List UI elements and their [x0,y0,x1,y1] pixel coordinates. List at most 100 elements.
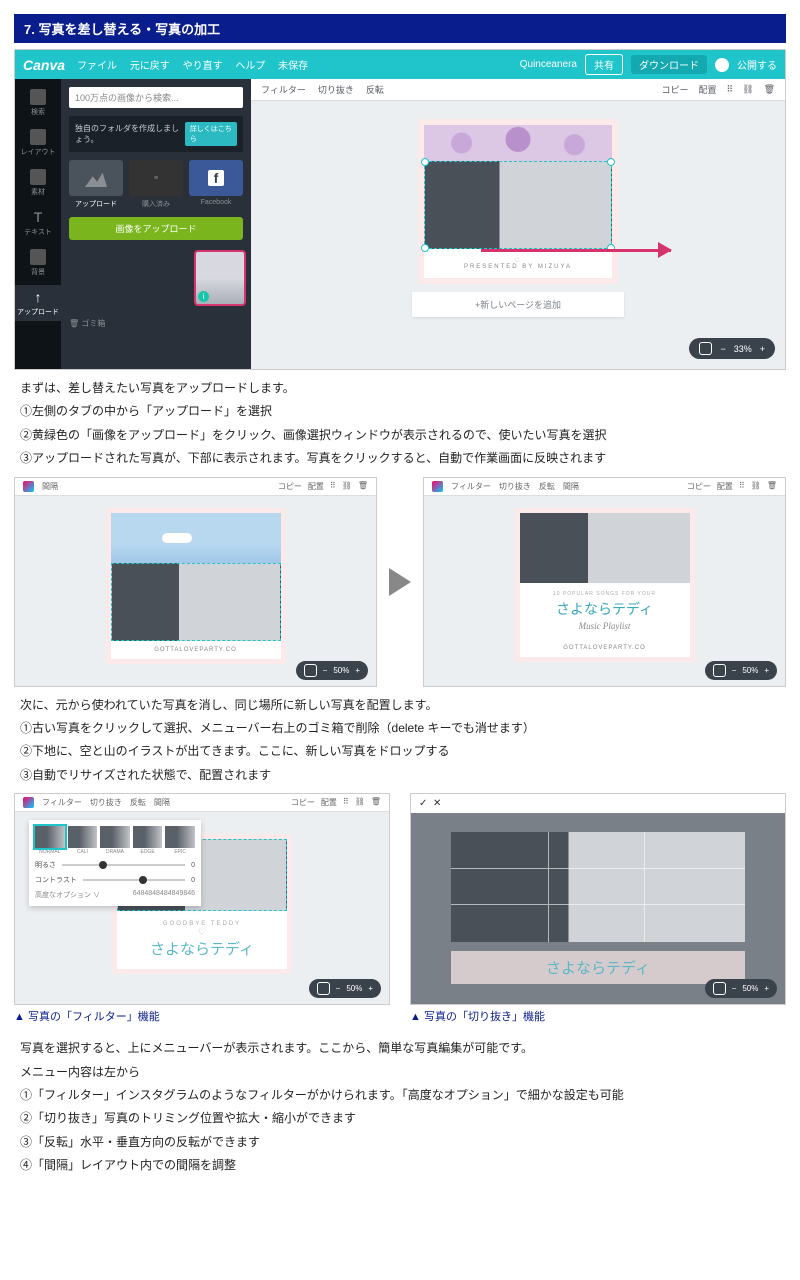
canva-logo-icon [432,481,443,492]
filter-preset[interactable]: NORMAL [35,826,65,855]
folder-tip: 独自のフォルダを作成しましょう。 詳しくはこちら [69,116,243,152]
nav-search[interactable]: 検索 [15,85,61,121]
mini-footer: GOTTALOVEPARTY.CO [111,641,281,659]
filter-preset[interactable]: EDGE [133,826,163,855]
advanced-options[interactable]: 高度なオプション ∨ [35,892,100,899]
zoom-control[interactable]: −50%+ [705,979,777,998]
trash-row[interactable]: 🗑 ゴミ箱 [69,318,243,329]
crop-confirm-button[interactable]: ✓ [419,798,427,809]
title-text: さよならテディ [121,938,283,959]
filter-preset[interactable]: DRAMA [100,826,130,855]
filter-code: 6484848484849846 [133,890,195,897]
menu-redo[interactable]: やり直す [183,61,223,72]
crop-screenshot: ✓ ✕ さよならテディ −50%+ [410,793,786,1005]
sky-placeholder [111,513,281,563]
chat-icon [699,342,712,355]
instruction-text: ④「間隔」レイアウト内での間隔を調整 [20,1155,780,1175]
instruction-text: 次に、元から使われていた写真を消し、同じ場所に新しい写真を配置します。 [20,695,780,715]
crop-footer: さよならテディ [451,951,745,984]
canva-logo: Canva [23,57,65,73]
menu-undo[interactable]: 元に戻す [130,61,170,72]
add-page-button[interactable]: +新しいページを追加 [412,292,624,317]
side-nav: 検索 レイアウト 素材 Tテキスト 背景 ↑アップロード [15,79,61,369]
instruction-text: ①古い写真をクリックして選択、メニューバー右上のゴミ箱で削除（delete キー… [20,718,780,738]
instruction-text: メニュー内容は左から [20,1062,780,1082]
subtitle-text: 10 POPULAR SONGS FOR YOUR [524,591,686,597]
share-button[interactable]: 共有 [585,54,623,75]
mini-card[interactable]: GOTTALOVEPARTY.CO [106,508,286,664]
room-photo [520,513,690,583]
mini-card[interactable]: 10 POPULAR SONGS FOR YOUR さよならテディ Music … [515,508,695,662]
selected-photo[interactable] [424,161,612,249]
upload-image-button[interactable]: 画像をアップロード [69,217,243,240]
instruction-text: ②黄緑色の「画像をアップロード」をクリック、画像選択ウィンドウが表示されるので、… [20,425,780,445]
upload-icon: ↑ [30,289,46,305]
filter-preset[interactable]: CALI [68,826,98,855]
card-footer: ♡PRESENTED BY MIZUYA [424,249,612,278]
source-facebook[interactable]: fFacebook [189,160,243,209]
search-input[interactable]: 100万点の画像から検索... [69,87,243,108]
instruction-text: ②「切り抜き」写真のトリミング位置や拡大・縮小ができます [20,1108,780,1128]
filter-screenshot: フィルター切り抜き反転間隔コピー配置⠿⛓🗑 GOODBYE TEDDY ♡ さよ… [14,793,390,1005]
zoom-control[interactable]: −33%+ [689,338,775,359]
layout-icon [30,129,46,145]
tool-arrange[interactable]: 配置 [699,83,717,96]
filter-preset[interactable]: EPIC [165,826,195,855]
uploaded-thumbnail[interactable] [194,250,246,306]
upload-panel: 100万点の画像から検索... 独自のフォルダを作成しましょう。 詳しくはこちら… [61,79,251,369]
room-photo-selected[interactable] [111,563,281,641]
canva-topbar: Canva ファイル 元に戻す やり直す ヘルプ 未保存 Quinceanera… [15,50,785,79]
avatar[interactable] [715,58,729,72]
instruction-text: ③「反転」水平・垂直方向の反転ができます [20,1132,780,1152]
publish-button[interactable]: 公開する [737,57,777,72]
image-icon [85,169,107,187]
section-header: 7. 写真を差し替える・写真の加工 [14,14,786,43]
menu-file[interactable]: ファイル [77,61,117,72]
nav-background[interactable]: 背景 [15,245,61,281]
brightness-slider[interactable]: 明るさ0 [35,860,195,870]
menu-help[interactable]: ヘルプ [235,61,265,72]
crop-area[interactable] [451,832,745,942]
zoom-control[interactable]: −50%+ [309,979,381,998]
zoom-control[interactable]: −50%+ [705,661,777,680]
crop-cancel-button[interactable]: ✕ [433,798,441,809]
filter-panel: NORMAL CALI DRAMA EDGE EPIC 明るさ0 コントラスト0… [29,820,201,906]
caption-filter: ▲ 写真の「フィルター」機能 [14,1008,390,1024]
folder-more-button[interactable]: 詳しくはこちら [185,122,237,146]
menu-unsaved: 未保存 [278,61,308,72]
playlist-title-en: Music Playlist [524,621,686,631]
grid-icon[interactable]: ⠿ [727,84,733,95]
canva-menu: ファイル 元に戻す やり直す ヘルプ 未保存 [77,57,318,72]
source-upload[interactable]: アップロード [69,160,123,209]
contrast-slider[interactable]: コントラスト0 [35,875,195,885]
tool-spacing[interactable]: 間隔 [42,481,58,492]
tool-filter[interactable]: フィルター [261,83,306,96]
tool-crop[interactable]: 切り抜き [318,83,354,96]
tool-copy[interactable]: コピー [662,83,689,96]
annotation-arrow [481,249,671,252]
zoom-control[interactable]: −50%+ [296,661,368,680]
instruction-text: ③自動でリサイズされた状態で、配置されます [20,765,780,785]
nav-text[interactable]: Tテキスト [15,205,61,241]
download-button[interactable]: ダウンロード [631,55,707,74]
tool-flip[interactable]: 反転 [366,83,384,96]
elements-icon [30,169,46,185]
instruction-text: ③アップロードされた写真が、下部に表示されます。写真をクリックすると、自動で作業… [20,448,780,468]
design-card[interactable]: ♡PRESENTED BY MIZUYA [418,119,618,284]
nav-layout[interactable]: レイアウト [15,125,61,161]
mini-screenshot-before: 間隔コピー配置⠿⛓🗑 GOTTALOVEPARTY.CO −50%+ [14,477,377,687]
canva-logo-icon [23,481,34,492]
source-purchased[interactable]: ≡購入済み [129,160,183,209]
nav-upload[interactable]: ↑アップロード [15,285,61,321]
image-toolbar: フィルター 切り抜き 反転 コピー 配置 ⠿ ⛓ 🗑 [251,79,785,101]
mini-footer: GOTTALOVEPARTY.CO [520,639,690,657]
trash-icon[interactable]: 🗑 [764,84,775,95]
playlist-title-jp: さよならテディ [524,599,686,619]
instruction-text: ①「フィルター」インスタグラムのようなフィルターがかけられます。「高度なオプショ… [20,1085,780,1105]
play-arrow-icon [389,568,411,596]
purchased-icon: ≡ [129,160,183,196]
caption-crop: ▲ 写真の「切り抜き」機能 [410,1008,786,1024]
link-icon[interactable]: ⛓ [742,84,753,95]
doc-title[interactable]: Quinceanera [520,59,577,70]
nav-elements[interactable]: 素材 [15,165,61,201]
